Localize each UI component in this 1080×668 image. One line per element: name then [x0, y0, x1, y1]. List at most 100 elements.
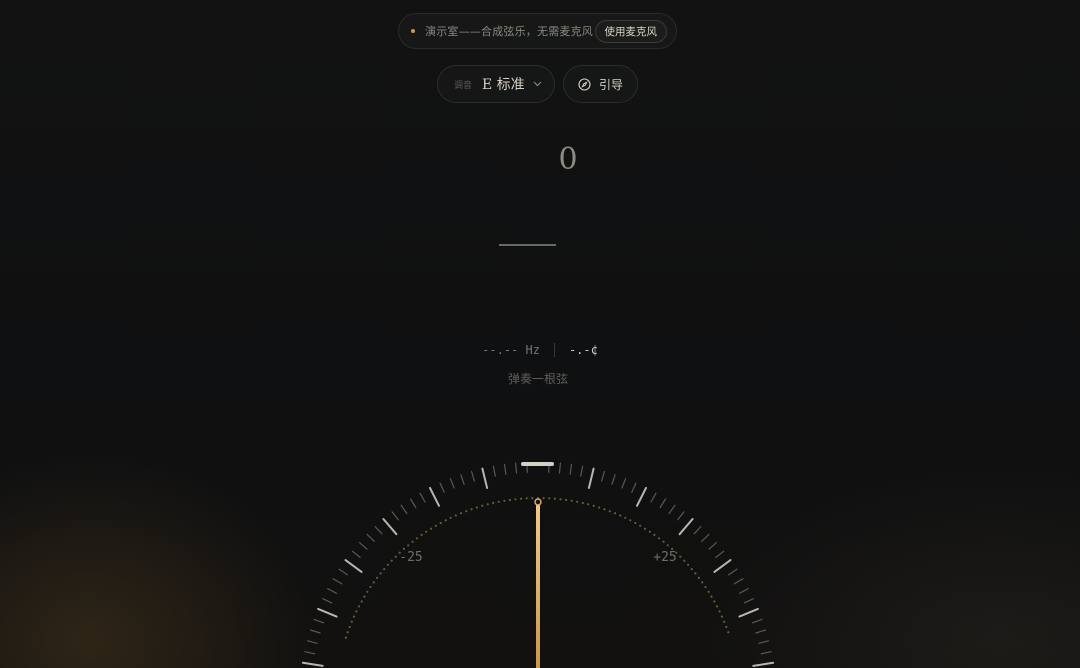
gauge-tick	[743, 598, 754, 604]
gauge-tick	[301, 661, 324, 667]
gauge-arc-dot	[520, 497, 523, 500]
gauge-arc-dot	[360, 600, 363, 603]
gauge-tick	[738, 587, 749, 594]
gauge-arc-dot	[386, 563, 389, 566]
gauge-tick	[313, 618, 325, 624]
gauge-arc-dot	[559, 498, 562, 501]
gauge-tick	[439, 482, 445, 493]
gauge-arc-dot	[454, 514, 457, 517]
gauge-arc-dot	[727, 631, 730, 634]
gauge-tick	[558, 462, 562, 474]
gauge-tick	[382, 518, 398, 536]
gauge-arc-dot	[481, 504, 484, 507]
gauge-tick	[503, 463, 507, 475]
gauge-arc-dot	[710, 595, 713, 598]
gauge-arc-dot	[420, 533, 423, 537]
gauge-tick	[631, 482, 637, 493]
gauge-arc-dot	[379, 572, 382, 575]
gauge-arc-dot	[697, 576, 701, 580]
gauge-tick	[751, 618, 763, 624]
gauge-tick	[678, 518, 694, 536]
gauge-tick	[600, 470, 606, 482]
gauge-arc-dot	[598, 506, 601, 509]
gauge-arc-dot	[434, 524, 437, 527]
gauge-arc-dot	[713, 600, 716, 603]
gauge-arc-dot	[470, 508, 473, 511]
gauge-arc-dot	[548, 497, 551, 500]
gauge-tick	[449, 478, 455, 489]
gauge-arc-dot	[415, 537, 419, 540]
gauge-arc-dot	[486, 503, 489, 506]
gauge-tick	[650, 492, 657, 503]
gauge-arc-dot	[459, 512, 463, 515]
gauge-tick	[738, 607, 759, 618]
gauge-arc-dot	[344, 636, 347, 639]
gauge-tick	[391, 511, 399, 521]
gauge-arc-dot	[687, 563, 690, 566]
gauge-arc-dot	[425, 530, 428, 533]
gauge-tick	[760, 651, 772, 655]
gauge-arc-dot	[363, 595, 366, 598]
gauge-tick	[580, 465, 584, 477]
gauge-label-plus-25: +25	[653, 550, 676, 565]
gauge-tick	[351, 550, 361, 559]
gauge-tick	[713, 559, 732, 573]
gauge-arc-dot	[346, 631, 349, 634]
gauge-tick	[611, 474, 616, 485]
gauge-tick	[727, 568, 738, 576]
gauge-arc-dot	[352, 615, 356, 618]
gauge-arc-dot	[694, 572, 697, 575]
gauge-tick	[419, 492, 426, 503]
gauge-arc-dot	[542, 497, 545, 500]
gauge-arc-dot	[690, 568, 693, 571]
gauge-tick	[460, 474, 465, 485]
gauge-tick	[481, 467, 489, 489]
gauge-arc-dot	[624, 516, 627, 519]
gauge-arc-dot	[366, 590, 369, 593]
gauge-arc-dot	[553, 497, 557, 500]
gauge-tick	[693, 525, 702, 535]
gauge-tick	[358, 541, 368, 550]
gauge-tick	[755, 629, 767, 634]
gauge-tick	[621, 478, 627, 489]
gauge-tick	[322, 598, 333, 604]
gauge-arc-dot	[720, 615, 724, 618]
gauge-needle	[534, 498, 542, 668]
gauge-arc-dot	[525, 497, 528, 500]
gauge-arc-dot	[376, 576, 379, 580]
gauge-tick	[327, 587, 338, 594]
gauge-tick	[708, 541, 718, 550]
gauge-arc-dot	[657, 537, 661, 540]
gauge-arc-dot	[565, 498, 568, 502]
gauge-arc-dot	[394, 555, 397, 558]
gauge-arc-dot	[679, 555, 682, 558]
in-tune-marker	[521, 462, 554, 466]
gauge-arc-dot	[629, 519, 632, 522]
gauge-arc-dot	[639, 524, 642, 527]
gauge-arc-dot	[666, 544, 669, 547]
gauge-tick	[587, 467, 595, 489]
gauge-arc-dot	[348, 625, 351, 629]
gauge-arc-dot	[508, 498, 511, 502]
needle-pivot-top	[534, 498, 542, 506]
gauge-arc-dot	[407, 544, 410, 547]
gauge-tick	[701, 533, 710, 542]
gauge-arc-dot	[355, 610, 358, 613]
gauge-tick	[344, 559, 363, 573]
gauge-arc-dot	[357, 605, 361, 608]
gauge-arc-dot	[619, 514, 622, 517]
gauge-label-minus-25: -25	[399, 550, 422, 565]
gauge-arc-dot	[444, 519, 447, 522]
gauge-tick	[677, 511, 685, 521]
gauge-tick	[636, 486, 647, 507]
gauge-arc-dot	[723, 620, 726, 623]
gauge-tick	[304, 651, 316, 655]
gauge-tick	[366, 533, 375, 542]
gauge-tick	[306, 640, 318, 644]
gauge-arc-dot	[514, 498, 517, 501]
gauge-tick	[409, 498, 417, 509]
gauge-arc-dot	[701, 581, 704, 584]
gauge-arc-dot	[465, 510, 468, 513]
gauge-tick	[733, 578, 744, 585]
gauge-tick	[668, 504, 676, 515]
